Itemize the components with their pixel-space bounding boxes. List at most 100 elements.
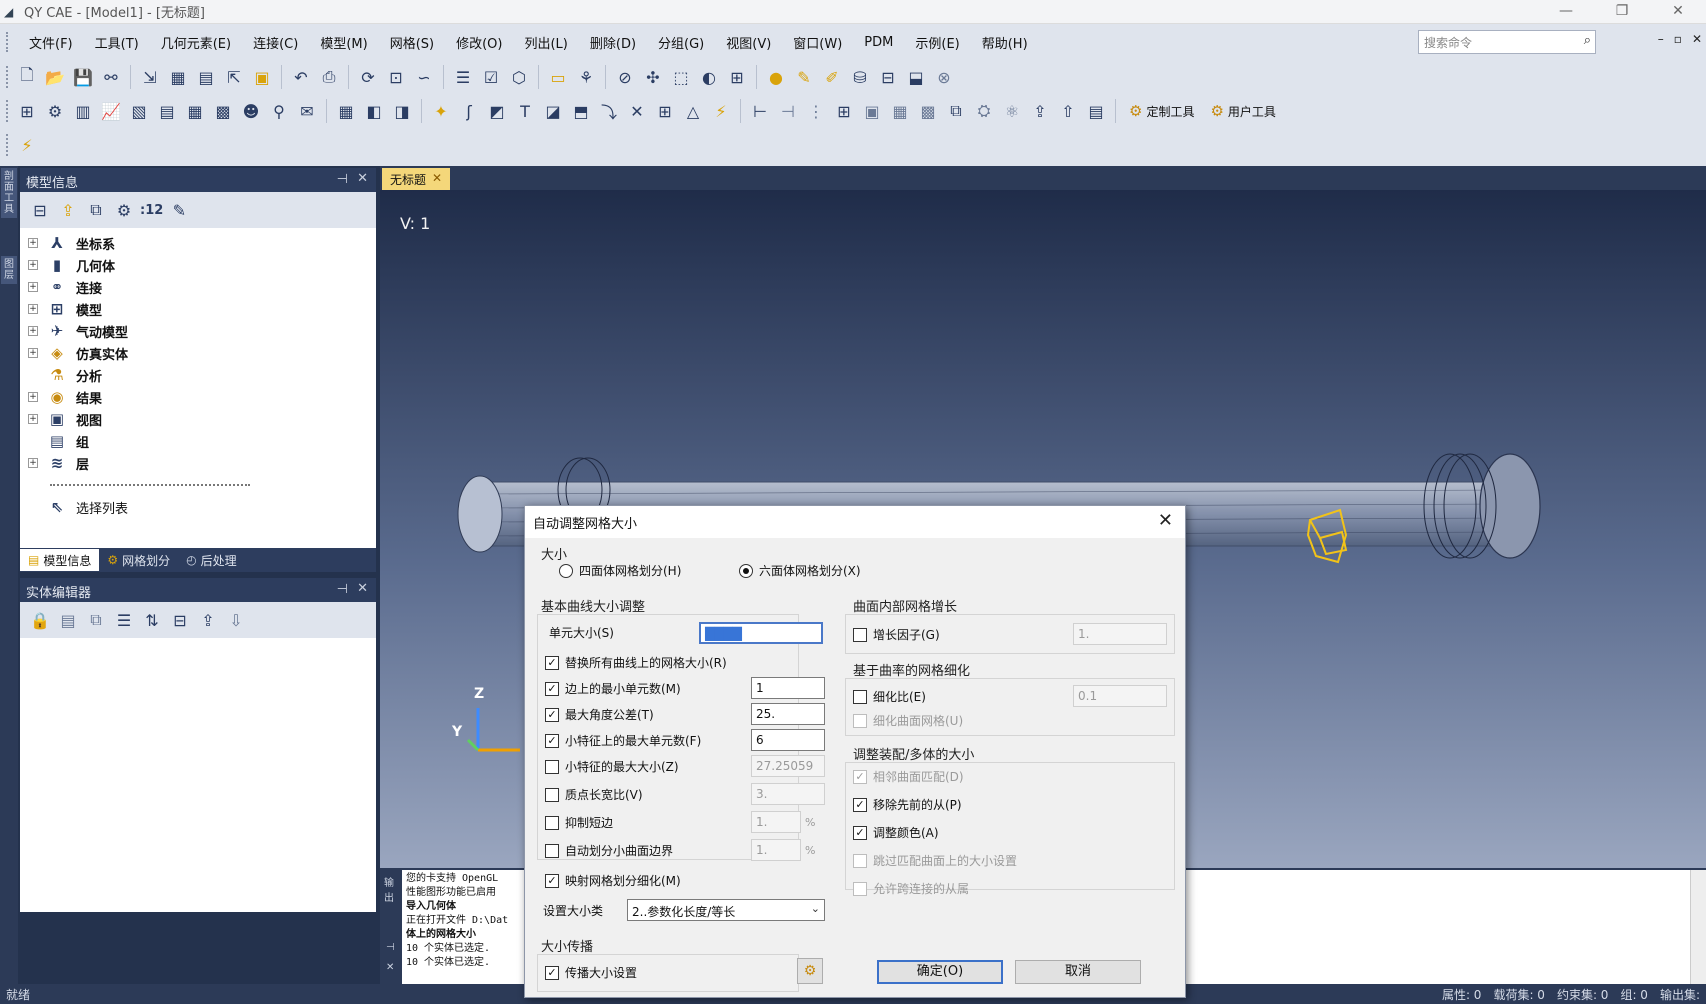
opt-refine-ratio[interactable]: 细化比(E) <box>853 688 926 705</box>
mesh-grid-icon[interactable]: ⊞ <box>653 99 677 123</box>
opt-auto-small-surface-boundary[interactable]: 自动划分小曲面边界 <box>545 842 673 859</box>
checkbox-refine-ratio[interactable] <box>853 689 867 704</box>
expand-icon[interactable]: + <box>28 238 38 248</box>
console-pin-icon[interactable]: ⊣ <box>386 942 395 953</box>
min-elements-input[interactable]: 1 <box>751 677 825 699</box>
mesh-block-icon[interactable]: ▦ <box>334 99 358 123</box>
view-orient-icon[interactable]: ⊞ <box>725 65 749 89</box>
expand-icon[interactable]: + <box>28 304 38 314</box>
report-icon[interactable]: ▤ <box>155 99 179 123</box>
opt-replace-all-curves[interactable]: ✓ 替换所有曲线上的网格大小(R) <box>545 654 727 671</box>
number-filter[interactable]: :12 <box>140 198 163 222</box>
checkbox-small-surface[interactable] <box>545 843 559 858</box>
custom-tools-button[interactable]: ⚙ 定制工具 <box>1129 102 1194 120</box>
aspect-ratio-input[interactable]: 3. <box>751 783 825 805</box>
new-file-icon[interactable]: 🗋 <box>15 65 39 89</box>
open-folder-icon[interactable]: 📂 <box>43 65 67 89</box>
color-fill-icon[interactable]: ● <box>764 65 788 89</box>
mdi-minimize-button[interactable]: – <box>1658 32 1664 46</box>
tree-item-aero-model[interactable]: + ✈ 气动模型 <box>20 320 376 342</box>
menu-group[interactable]: 分组(G) <box>647 33 715 52</box>
table-icon[interactable]: ▦ <box>166 65 190 89</box>
size-type-select[interactable]: 2..参数化长度/等长 ⌄ <box>627 899 825 921</box>
script-icon[interactable]: ⚡ <box>15 133 39 157</box>
menu-examples[interactable]: 示例(E) <box>904 33 970 52</box>
tree-item-connection[interactable]: + ⚭ 连接 <box>20 276 376 298</box>
clear-icon[interactable]: ⊗ <box>932 65 956 89</box>
link-icon[interactable]: ⚯ <box>99 65 123 89</box>
opt-max-small-feature-size[interactable]: 小特征的最大大小(Z) <box>545 758 679 775</box>
checkbox-small-feature-size[interactable] <box>545 759 559 774</box>
mesh-volume-icon[interactable]: ◪ <box>541 99 565 123</box>
element-size-input[interactable]: ████ <box>699 622 823 644</box>
print-icon[interactable]: ⎙ <box>317 65 341 89</box>
propagation-settings-icon[interactable]: ⚙ <box>797 958 823 984</box>
tree-item-geometry[interactable]: + ▮ 几何体 <box>20 254 376 276</box>
cube-icon[interactable]: ⬡ <box>507 65 531 89</box>
checkbox-replace-all[interactable]: ✓ <box>545 655 559 670</box>
mesh-surface-icon[interactable]: ◩ <box>485 99 509 123</box>
categorize-icon[interactable]: ☰ <box>112 608 136 632</box>
mdi-close-button[interactable]: ✕ <box>1692 32 1702 46</box>
tab-meshing[interactable]: ⚙ 网格划分 <box>99 549 178 572</box>
sort-icon[interactable]: ⇅ <box>140 608 164 632</box>
checkbox-remove-previous[interactable]: ✓ <box>853 797 867 812</box>
opt-growth-factor[interactable]: 增长因子(G) <box>853 626 940 643</box>
document-tab[interactable]: 无标题 ✕ <box>382 168 451 190</box>
close-icon[interactable]: ✕ <box>357 171 368 186</box>
tree-item-layers[interactable]: + ≋ 层 <box>20 452 376 474</box>
menu-connect[interactable]: 连接(C) <box>242 33 309 52</box>
tree-item-results[interactable]: + ◉ 结果 <box>20 386 376 408</box>
opt-max-angle-tolerance[interactable]: ✓ 最大角度公差(T) <box>545 706 654 723</box>
align-left-icon[interactable]: ⊢ <box>748 99 772 123</box>
list-icon[interactable]: ☰ <box>451 65 475 89</box>
checkbox-suppress-short[interactable] <box>545 815 559 830</box>
menu-tools[interactable]: 工具(T) <box>84 33 150 52</box>
part-icon[interactable]: ⚙ <box>43 99 67 123</box>
menu-help[interactable]: 帮助(H) <box>971 33 1039 52</box>
tree-options-icon[interactable]: ⚙ <box>112 198 136 222</box>
toolbar-grip[interactable] <box>6 100 9 122</box>
property-icon[interactable]: ▥ <box>71 99 95 123</box>
checkbox-growth-factor[interactable] <box>853 627 867 642</box>
cluster-icon[interactable]: ⚛ <box>1000 99 1024 123</box>
menu-grip[interactable] <box>6 32 12 52</box>
user-icon[interactable]: ☻ <box>239 99 263 123</box>
export-icon[interactable]: ⇱ <box>222 65 246 89</box>
table-edit-icon[interactable]: ▤ <box>194 65 218 89</box>
mesh-t-icon[interactable]: T <box>513 99 537 123</box>
menu-geometry[interactable]: 几何元素(E) <box>150 33 242 52</box>
menu-view[interactable]: 视图(V) <box>715 33 782 52</box>
layout-a-icon[interactable]: ▣ <box>860 99 884 123</box>
frame-icon[interactable]: ⊟ <box>876 65 900 89</box>
small-feature-size-input[interactable]: 27.25059 <box>751 755 825 777</box>
pin-icon[interactable]: ⊣ <box>337 172 348 187</box>
dialog-close-icon[interactable]: ✕ <box>1158 510 1173 531</box>
vtab-layers[interactable]: 图层 <box>1 256 17 284</box>
folder-stack-icon[interactable]: ▣ <box>250 65 274 89</box>
opt-min-elements-on-edge[interactable]: ✓ 边上的最小单元数(M) <box>545 680 681 697</box>
tab-model-info[interactable]: ▤ 模型信息 <box>20 549 100 571</box>
rotate-view-icon[interactable]: ⊘ <box>613 65 637 89</box>
suppress-short-input[interactable]: 1. <box>751 811 801 833</box>
copy-icon[interactable]: ⧉ <box>84 608 108 632</box>
opt-propagate-size[interactable]: ✓ 传播大小设置 <box>545 964 637 981</box>
render-mode-icon[interactable]: ◐ <box>697 65 721 89</box>
opt-max-elements-small-feature[interactable]: ✓ 小特征上的最大单元数(F) <box>545 732 701 749</box>
checkbox-skip-matched[interactable] <box>853 853 867 868</box>
menu-file[interactable]: 文件(F) <box>18 33 84 52</box>
mesh-auto-icon[interactable]: ⚡ <box>709 99 733 123</box>
restore-button[interactable]: ❐ <box>1594 0 1650 24</box>
expand-icon[interactable]: + <box>28 348 38 358</box>
console-close-icon[interactable]: ✕ <box>386 962 394 973</box>
growth-factor-input[interactable]: 1. <box>1073 623 1167 645</box>
calendar-icon[interactable]: ▩ <box>211 99 235 123</box>
close-tab-icon[interactable]: ✕ <box>432 171 442 187</box>
tree-item-model[interactable]: + ⊞ 模型 <box>20 298 376 320</box>
upload-icon[interactable]: ⇪ <box>1028 99 1052 123</box>
lock-icon[interactable]: 🔒 <box>28 608 52 632</box>
save-icon[interactable]: 💾 <box>71 65 95 89</box>
toolbar-grip[interactable] <box>6 134 9 156</box>
measure-icon[interactable]: ▭ <box>546 65 570 89</box>
layout-c-icon[interactable]: ▩ <box>916 99 940 123</box>
